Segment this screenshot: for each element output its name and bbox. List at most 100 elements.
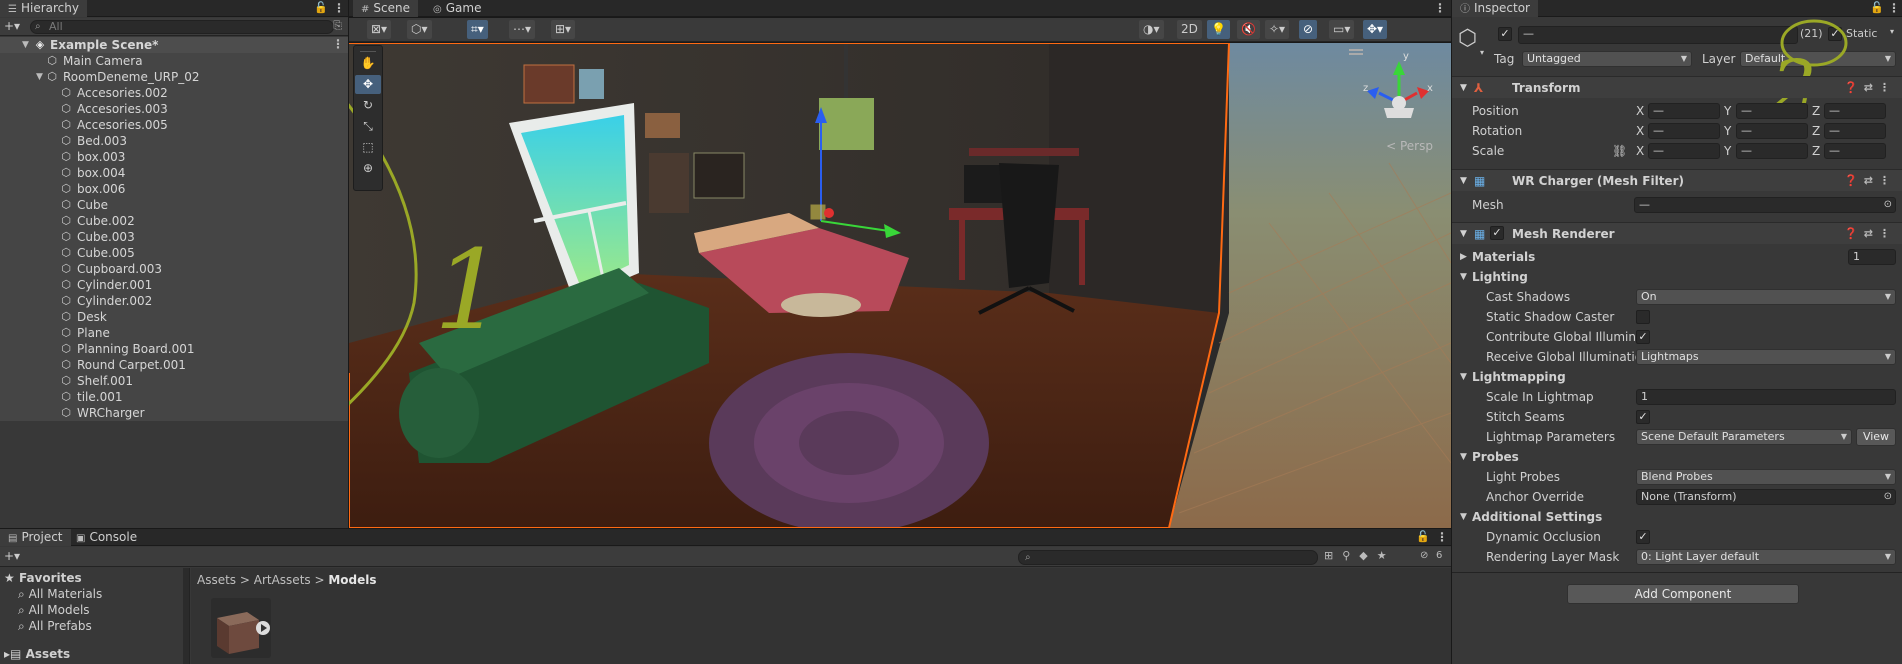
hidden-packages-icon[interactable]: ⊘ — [1420, 550, 1428, 561]
create-dropdown-button[interactable]: +▾ — [4, 549, 20, 563]
foldout-arrow-icon[interactable]: ▼ — [1460, 272, 1467, 282]
foldout-arrow-icon[interactable]: ▼ — [1460, 223, 1467, 245]
project-search-input[interactable]: ⌕ — [1018, 550, 1318, 565]
scene-viewport[interactable]: y z x 1 ✋ ✥ ↻ ⤡ ⬚ ⊕ < Persp — [349, 43, 1451, 528]
mesh-renderer-header[interactable]: ▼ ▦ ✓ Mesh Renderer ❓⇄⋮ — [1452, 222, 1902, 244]
rotate-tool-icon[interactable]: ↻ — [355, 96, 381, 115]
probes-label[interactable]: Probes — [1472, 448, 1519, 466]
project-kebab-icon[interactable]: ⋮ — [1436, 530, 1448, 544]
grid-snap-button[interactable]: ⋯▾ — [509, 20, 536, 39]
scene-kebab-icon[interactable]: ⋮ — [1434, 1, 1446, 15]
hierarchy-item[interactable]: ⬡ Shelf.001 — [0, 373, 348, 389]
tab-project[interactable]: ▤ Project — [0, 529, 71, 546]
transform-header[interactable]: ▼ ⅄ Transform ❓⇄⋮ — [1452, 76, 1902, 98]
expand-arrow-icon[interactable]: ▼ — [36, 69, 43, 85]
view-button[interactable]: View — [1856, 428, 1896, 446]
scene-row[interactable]: ▼ ◈ Example Scene* ⋮ — [0, 37, 348, 53]
tab-game[interactable]: ◎ Game — [425, 0, 489, 17]
inspector-kebab-icon[interactable]: ⋮ — [1888, 1, 1900, 15]
lightmap-parameters-dropdown[interactable]: Scene Default Parameters ▼ — [1636, 429, 1852, 445]
breadcrumb-artassets[interactable]: ArtAssets — [254, 573, 311, 587]
hierarchy-item[interactable]: ⬡ Accesories.003 — [0, 101, 348, 117]
tab-hierarchy[interactable]: ☰ Hierarchy — [0, 0, 87, 17]
move-tool-icon[interactable]: ✥ — [355, 75, 381, 94]
foldout-arrow-icon[interactable]: ▼ — [1460, 512, 1467, 522]
hierarchy-item[interactable]: ⬡ Cube.002 — [0, 213, 348, 229]
cast-shadows-dropdown[interactable]: On ▼ — [1636, 289, 1896, 305]
foldout-arrow-icon[interactable]: ▼ — [1460, 77, 1467, 99]
favorites-header[interactable]: ★ Favorites — [4, 571, 82, 585]
static-checkbox[interactable]: ✓ — [1828, 27, 1842, 41]
anchor-override-field[interactable]: None (Transform) ⊙ — [1636, 489, 1896, 505]
add-component-button[interactable]: Add Component — [1567, 584, 1799, 604]
receive-gi-dropdown[interactable]: Lightmaps ▼ — [1636, 349, 1896, 365]
hierarchy-item[interactable]: ⬡ Accesories.002 — [0, 85, 348, 101]
scale-in-lightmap-field[interactable]: 1 — [1636, 389, 1896, 405]
transform-field-z[interactable]: — — [1824, 123, 1886, 139]
hierarchy-item[interactable]: ⬡ Planning Board.001 — [0, 341, 348, 357]
materials-label[interactable]: Materials — [1472, 248, 1535, 266]
shading-mode-dropdown[interactable]: ⬡▾ — [407, 20, 432, 39]
hierarchy-item[interactable]: ⬡ box.003 — [0, 149, 348, 165]
hierarchy-item[interactable]: ⬡ tile.001 — [0, 389, 348, 405]
breadcrumb-assets[interactable]: Assets — [197, 573, 236, 587]
foldout-arrow-icon[interactable]: ▼ — [1460, 452, 1467, 462]
additional-settings-label[interactable]: Additional Settings — [1472, 508, 1602, 526]
contribute-gi-checkbox[interactable]: ✓ — [1636, 330, 1650, 344]
model-asset-thumbnail[interactable] — [211, 598, 271, 658]
effects-dropdown[interactable]: ✧▾ — [1265, 20, 1290, 39]
tab-console[interactable]: ▣ Console — [68, 529, 145, 546]
hierarchy-item[interactable]: ⬡ WRCharger — [0, 405, 348, 421]
transform-field-x[interactable]: — — [1648, 123, 1720, 139]
toggle-2d-button[interactable]: 2D — [1177, 20, 1202, 39]
transform-field-x[interactable]: — — [1648, 143, 1720, 159]
add-dropdown-button[interactable]: +▾ — [4, 19, 20, 33]
hierarchy-empty-space[interactable] — [0, 421, 348, 528]
scale-tool-icon[interactable]: ⤡ — [355, 117, 381, 136]
hierarchy-item-room[interactable]: ▼ ⬡ RoomDeneme_URP_02 — [0, 69, 348, 85]
hierarchy-item[interactable]: ⬡ Cube.005 — [0, 245, 348, 261]
kebab-menu-icon[interactable]: ⋮ — [333, 1, 345, 15]
transform-field-y[interactable]: — — [1736, 103, 1808, 119]
pivot-toggle-button[interactable]: ⌗▾ — [467, 20, 488, 39]
hidden-objects-icon[interactable]: ⊘ — [1299, 20, 1318, 39]
hierarchy-item[interactable]: ⬡ Cylinder.002 — [0, 293, 348, 309]
hierarchy-item[interactable]: ⬡ Cube — [0, 197, 348, 213]
audio-toggle-icon[interactable]: 🔇 — [1237, 20, 1260, 39]
favorite-all-models[interactable]: ⌕ All Models — [18, 603, 90, 618]
hierarchy-item-main-camera[interactable]: ⬡ Main Camera — [0, 53, 348, 69]
rendering-layer-mask-dropdown[interactable]: 0: Light Layer default ▼ — [1636, 549, 1896, 565]
transform-field-y[interactable]: — — [1736, 143, 1808, 159]
lock-icon[interactable]: 🔓 — [314, 1, 328, 14]
project-filter-icons[interactable]: ⊞⚲◆★ — [1324, 549, 1396, 562]
hierarchy-item[interactable]: ⬡ Cube.003 — [0, 229, 348, 245]
foldout-arrow-icon[interactable]: ▼ — [1460, 170, 1467, 192]
lock-icon[interactable]: 🔓 — [1416, 530, 1430, 543]
stitch-seams-checkbox[interactable]: ✓ — [1636, 410, 1650, 424]
hand-tool-icon[interactable]: ✋ — [355, 54, 381, 73]
object-name-field[interactable]: — — [1518, 26, 1798, 44]
expand-arrow-icon[interactable]: ▼ — [22, 37, 29, 53]
favorite-all-prefabs[interactable]: ⌕ All Prefabs — [18, 619, 92, 634]
object-picker-icon[interactable]: ⊙ — [1884, 490, 1892, 504]
hierarchy-item[interactable]: ⬡ Bed.003 — [0, 133, 348, 149]
hierarchy-item[interactable]: ⬡ Desk — [0, 309, 348, 325]
perspective-label[interactable]: < Persp — [1386, 139, 1433, 153]
layer-dropdown[interactable]: Default ▼ — [1740, 51, 1896, 67]
component-header-icons[interactable]: ❓⇄⋮ — [1844, 223, 1896, 245]
foldout-arrow-icon[interactable]: ▶ — [1460, 252, 1467, 262]
component-header-icons[interactable]: ❓⇄⋮ — [1844, 170, 1896, 192]
hierarchy-item[interactable]: ⬡ Plane — [0, 325, 348, 341]
component-header-icons[interactable]: ❓⇄⋮ — [1844, 77, 1896, 99]
breadcrumb-models[interactable]: Models — [328, 573, 376, 587]
lighting-label[interactable]: Lighting — [1472, 268, 1528, 286]
favorite-all-materials[interactable]: ⌕ All Materials — [18, 587, 102, 602]
hierarchy-item[interactable]: ⬡ Round Carpet.001 — [0, 357, 348, 373]
static-shadow-caster-checkbox[interactable] — [1636, 310, 1650, 324]
transform-field-z[interactable]: — — [1824, 143, 1886, 159]
scene-kebab-icon[interactable]: ⋮ — [332, 37, 344, 51]
grid-visibility-button[interactable]: ⊞▾ — [551, 20, 576, 39]
lightmapping-label[interactable]: Lightmapping — [1472, 368, 1566, 386]
dynamic-occlusion-checkbox[interactable]: ✓ — [1636, 530, 1650, 544]
hierarchy-item[interactable]: ⬡ Accesories.005 — [0, 117, 348, 133]
